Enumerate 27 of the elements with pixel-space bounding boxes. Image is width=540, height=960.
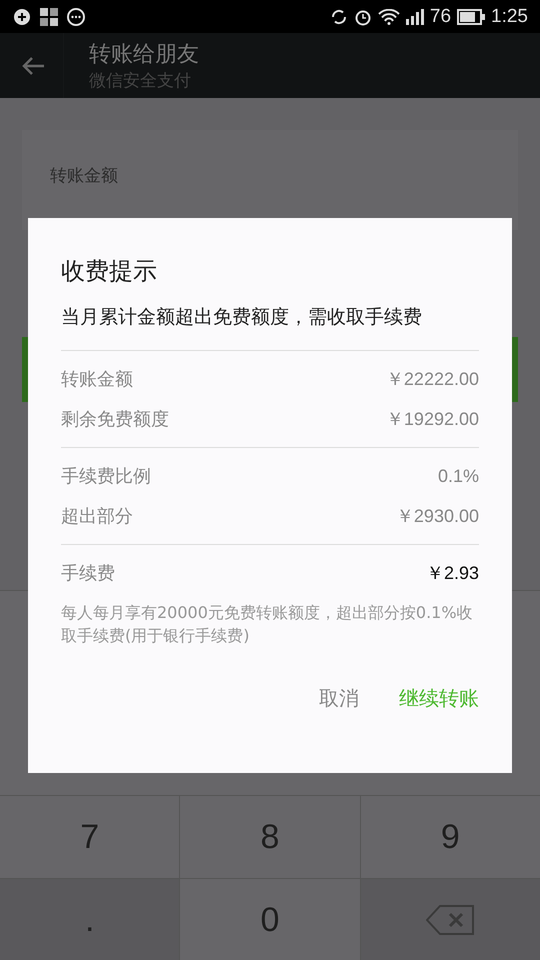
amount-label: 转账金额 (50, 164, 118, 186)
fee-label: 超出部分 (61, 505, 133, 528)
grid-icon (40, 8, 58, 26)
continue-button[interactable]: 继续转账 (399, 685, 479, 712)
fee-value: 0.1% (438, 466, 479, 486)
fee-value: ￥19292.00 (386, 408, 479, 431)
page-title: 转账给朋友 (89, 40, 199, 68)
fee-label: 转账金额 (61, 368, 133, 391)
signal-icon (406, 8, 424, 24)
fee-label: 手续费 (61, 562, 115, 585)
fee-value: ￥2930.00 (396, 505, 479, 528)
fee-label: 剩余免费额度 (61, 408, 169, 431)
alarm-icon (354, 8, 372, 26)
wifi-icon (378, 8, 400, 24)
fee-label: 手续费比例 (61, 465, 151, 488)
battery-percent: 76 (430, 6, 452, 28)
clock-time: 1:25 (491, 6, 528, 28)
fee-value: ￥2.93 (426, 562, 479, 585)
chat-icon (66, 6, 86, 26)
dialog-message: 当月累计金额超出免费额度，需收取手续费 (61, 304, 479, 351)
back-arrow-icon[interactable] (21, 56, 45, 76)
fee-value: ￥22222.00 (386, 368, 479, 391)
cancel-button[interactable]: 取消 (319, 685, 359, 712)
decimal-key[interactable]: . (0, 879, 180, 960)
fee-note: 每人每月享有20000元免费转账额度，超出部分按0.1%收取手续费(用于银行手续费) (61, 602, 474, 647)
battery-icon (457, 8, 486, 24)
dialog-title: 收费提示 (61, 256, 158, 286)
